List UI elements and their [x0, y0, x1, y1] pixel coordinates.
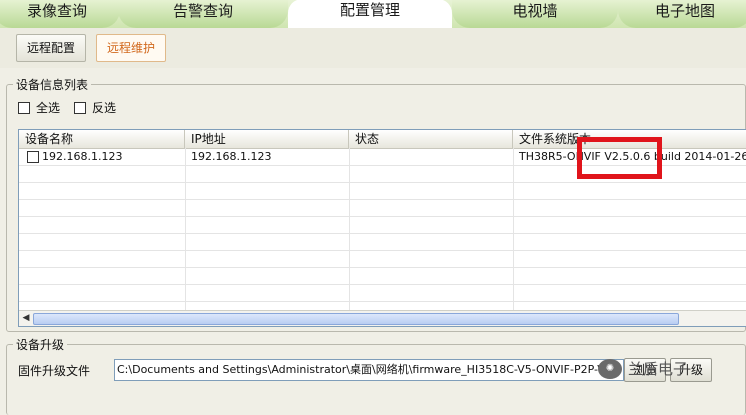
- tab-label: 配置管理: [339, 1, 400, 19]
- firmware-file-label: 固件升级文件: [18, 364, 91, 378]
- horizontal-scrollbar[interactable]: ◀: [19, 310, 746, 326]
- watermark: ✺ 兰盾电子: [598, 358, 688, 379]
- sub-toolbar: 远程配置 远程维护: [0, 28, 746, 68]
- select-all-label: 全选: [36, 101, 61, 115]
- firmware-path-input[interactable]: C:\Documents and Settings\Administrator\…: [114, 359, 624, 381]
- wechat-icon: ✺: [598, 358, 622, 379]
- table-row: [19, 285, 746, 302]
- device-name-cell: 192.168.1.123: [23, 149, 187, 165]
- invert-label: 反选: [92, 101, 117, 115]
- highlight-box: [577, 137, 662, 179]
- device-upgrade-legend: 设备升级: [13, 336, 68, 353]
- tab-label: 告警查询: [172, 2, 233, 20]
- scroll-thumb[interactable]: [33, 313, 679, 325]
- column-header-device-name[interactable]: 设备名称: [19, 130, 185, 148]
- tab-label: 电子地图: [654, 2, 715, 20]
- column-header-ip[interactable]: IP地址: [185, 130, 349, 148]
- ip-cell: 192.168.1.123: [191, 150, 272, 163]
- row-checkbox[interactable]: [27, 151, 39, 163]
- tab-tv-wall[interactable]: 电视墙: [452, 0, 618, 28]
- tab-record-query[interactable]: 录像查询: [0, 0, 120, 28]
- watermark-text: 兰盾电子: [628, 360, 689, 378]
- select-all-checkbox[interactable]: 全选: [18, 99, 60, 116]
- table-row: [19, 251, 746, 268]
- tab-bar: 录像查询 告警查询 配置管理 电视墙 电子地图: [0, 0, 746, 29]
- table-row: [19, 200, 746, 217]
- tab-label: 电视墙: [512, 2, 558, 20]
- checkbox-box[interactable]: [18, 101, 30, 114]
- status-cell: [351, 149, 515, 165]
- table-row: [19, 217, 746, 234]
- invert-selection-checkbox[interactable]: 反选: [74, 99, 116, 116]
- table-row: [19, 268, 746, 285]
- tab-alarm-query[interactable]: 告警查询: [118, 0, 288, 28]
- tab-label: 录像查询: [26, 2, 87, 20]
- remote-maintenance-button[interactable]: 远程维护: [96, 34, 167, 62]
- table-row: [19, 234, 746, 251]
- device-info-legend: 设备信息列表: [13, 76, 92, 93]
- tab-config-management[interactable]: 配置管理: [288, 0, 452, 29]
- scroll-left-icon[interactable]: ◀: [20, 312, 32, 324]
- checkbox-box[interactable]: [74, 101, 86, 114]
- column-header-status[interactable]: 状态: [349, 130, 513, 148]
- tab-e-map[interactable]: 电子地图: [618, 0, 746, 28]
- remote-config-button[interactable]: 远程配置: [16, 34, 87, 62]
- device-name-text: 192.168.1.123: [42, 150, 123, 163]
- table-row: [19, 183, 746, 200]
